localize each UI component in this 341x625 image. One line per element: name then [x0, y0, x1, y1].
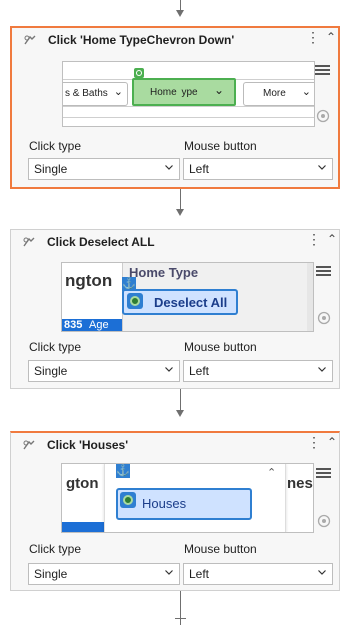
mouse-button-select[interactable]: Left	[183, 563, 333, 585]
arrow-down-icon	[176, 209, 184, 216]
chevron-down-icon: ⌄	[113, 86, 123, 98]
preview-baths-label: s & Baths	[65, 88, 108, 99]
properties-menu-icon[interactable]	[316, 264, 331, 279]
preview-bg-text: ngton	[65, 271, 113, 290]
target-icon	[120, 492, 136, 508]
activity-card-click-houses[interactable]: Click 'Houses' ⋮ ⌃ gton nes ⌃ ⚓ Houses C…	[10, 431, 340, 591]
screenshot-preview: s & Baths ⌄ Home ype ⌄ More ⌄	[62, 61, 315, 127]
more-options-icon[interactable]: ⋮	[307, 435, 321, 449]
click-type-select[interactable]: Single	[28, 158, 180, 180]
properties-menu-icon[interactable]	[316, 466, 331, 481]
activity-card-click-home-type[interactable]: Click 'Home TypeChevron Down' ⋮ ⌃ s & Ba…	[10, 26, 340, 189]
preview-bg-left: gton	[66, 475, 99, 492]
chevron-down-icon: ⌄	[213, 83, 224, 97]
preview-home-type-label: Home ype	[150, 87, 198, 98]
preview-popup-title: Home Type	[129, 265, 199, 280]
card-header: Click 'Houses' ⋮ ⌃	[11, 433, 339, 455]
preview-bg-right: nes	[287, 475, 313, 492]
screenshot-preview: ngton 835 Age Home Type ⚓ Deselect All	[61, 262, 314, 332]
click-type-label: Click type	[29, 340, 82, 354]
chevron-down-icon: ⌄	[301, 86, 311, 98]
preview-bottom-text: Age	[89, 319, 109, 331]
preview-more-label: More	[263, 88, 286, 99]
more-options-icon[interactable]: ⋮	[306, 30, 320, 44]
click-activity-icon	[24, 35, 36, 45]
target-anchor-marker	[134, 68, 144, 78]
click-type-label: Click type	[29, 139, 82, 153]
screenshot-preview: gton nes ⌃ ⚓ Houses	[61, 463, 314, 533]
chevron-down-icon	[318, 165, 326, 170]
click-type-select[interactable]: Single	[28, 360, 180, 382]
properties-menu-icon[interactable]	[315, 63, 330, 78]
click-type-select[interactable]: Single	[28, 563, 180, 585]
mouse-button-select[interactable]: Left	[183, 360, 333, 382]
preview-bottom-number: 835	[64, 319, 83, 331]
mouse-button-value: Left	[189, 364, 210, 378]
end-tick	[175, 618, 186, 619]
preview-deselect-label: Deselect All	[154, 295, 228, 310]
scroll-up-icon: ⌃	[267, 467, 277, 479]
card-title: Click Deselect ALL	[47, 235, 155, 249]
collapse-icon[interactable]: ⌃	[327, 232, 337, 246]
card-header: Click Deselect ALL ⋮ ⌃	[11, 230, 339, 252]
indicate-target-icon[interactable]	[316, 109, 330, 123]
chevron-down-icon	[165, 165, 173, 170]
target-icon	[127, 293, 143, 309]
indicate-target-icon[interactable]	[317, 514, 331, 528]
click-activity-icon	[23, 440, 35, 450]
preview-home-type-highlight: Home ype ⌄	[132, 78, 236, 106]
card-header: Click 'Home TypeChevron Down' ⋮ ⌃	[12, 28, 338, 50]
click-type-value: Single	[34, 364, 68, 378]
mouse-button-label: Mouse button	[184, 139, 257, 153]
mouse-button-label: Mouse button	[184, 340, 257, 354]
indicate-target-icon[interactable]	[317, 311, 331, 325]
mouse-button-label: Mouse button	[184, 542, 257, 556]
activity-card-click-deselect-all[interactable]: Click Deselect ALL ⋮ ⌃ ngton 835 Age Hom…	[10, 229, 340, 389]
card-title: Click 'Home TypeChevron Down'	[48, 33, 235, 47]
collapse-icon[interactable]: ⌃	[327, 435, 337, 449]
preview-houses-highlight: Houses	[116, 488, 252, 520]
click-type-value: Single	[34, 567, 68, 581]
more-options-icon[interactable]: ⋮	[307, 232, 321, 246]
preview-blue-bar: 835 Age	[62, 319, 124, 331]
arrow-down-icon	[176, 10, 184, 17]
preview-deselect-highlight: Deselect All	[122, 289, 238, 315]
preview-filter-more: More ⌄	[243, 82, 314, 106]
click-type-value: Single	[34, 162, 68, 176]
chevron-down-icon	[318, 367, 326, 372]
anchor-icon: ⚓	[116, 464, 130, 478]
click-activity-icon	[23, 237, 35, 247]
mouse-button-value: Left	[189, 567, 210, 581]
chevron-down-icon	[165, 570, 173, 575]
preview-houses-label: Houses	[142, 496, 187, 511]
mouse-button-select[interactable]: Left	[183, 158, 333, 180]
chevron-down-icon	[165, 367, 173, 372]
arrow-down-icon	[176, 410, 184, 417]
connector-top	[180, 0, 181, 10]
mouse-button-value: Left	[189, 162, 210, 176]
collapse-icon[interactable]: ⌃	[326, 30, 336, 44]
chevron-down-icon	[318, 570, 326, 575]
connector-bottom	[180, 591, 181, 625]
preview-filter-baths: s & Baths ⌄	[63, 82, 128, 106]
click-type-label: Click type	[29, 542, 82, 556]
card-title: Click 'Houses'	[47, 438, 129, 452]
